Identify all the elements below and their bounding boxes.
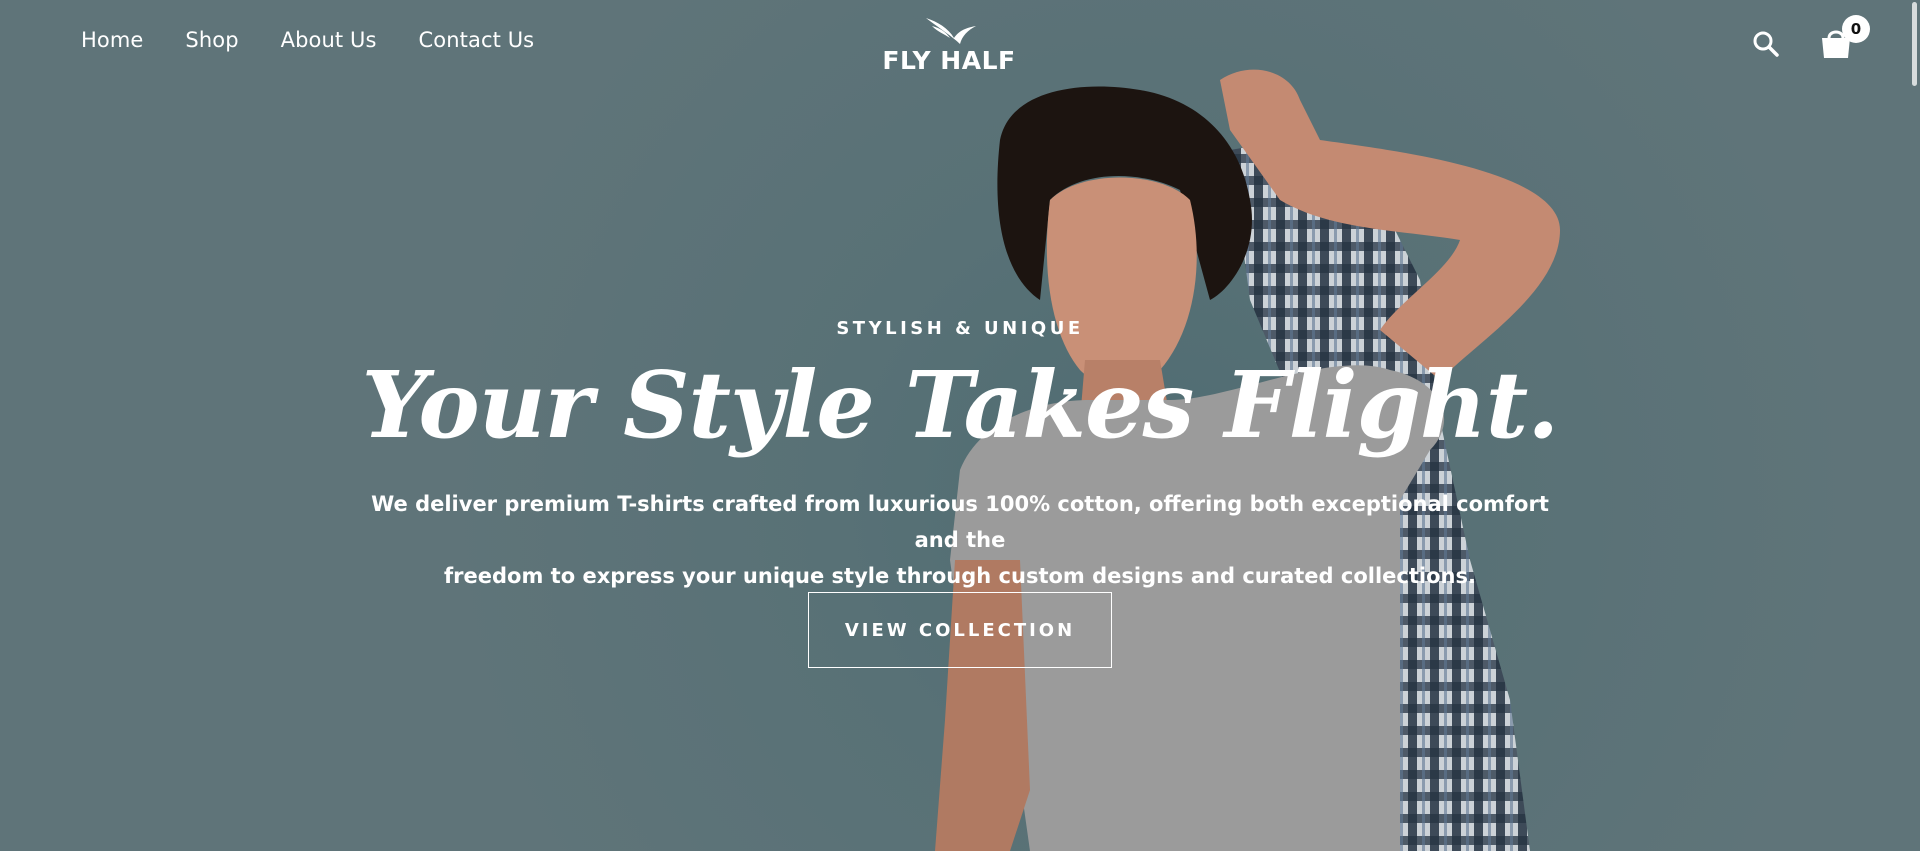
cart-count-badge: 0 <box>1842 15 1870 43</box>
bird-logo-icon <box>926 18 976 44</box>
nav-about-us[interactable]: About Us <box>281 28 377 52</box>
nav-shop[interactable]: Shop <box>185 28 238 52</box>
scrollbar-thumb[interactable] <box>1912 2 1917 86</box>
brand-logo[interactable]: FLY HALF <box>876 16 1022 76</box>
hero-description-line-2: freedom to express your unique style thr… <box>444 564 1476 588</box>
nav-contact-us[interactable]: Contact Us <box>419 28 535 52</box>
page-scrollbar[interactable] <box>1908 0 1920 851</box>
brand-name: FLY HALF <box>882 46 1016 75</box>
hero-eyebrow: STYLISH & UNIQUE <box>836 318 1084 339</box>
hero-section: Home Shop About Us Contact Us FLY HALF 0… <box>0 0 1920 851</box>
search-icon[interactable] <box>1752 30 1780 58</box>
view-collection-button[interactable]: VIEW COLLECTION <box>808 592 1112 668</box>
hero-description: We deliver premium T-shirts crafted from… <box>360 486 1560 594</box>
hero-description-line-1: We deliver premium T-shirts crafted from… <box>371 492 1549 552</box>
main-nav: Home Shop About Us Contact Us <box>81 28 534 52</box>
nav-home[interactable]: Home <box>81 28 143 52</box>
hero-headline: Your Style Takes Flight. <box>361 351 1560 459</box>
